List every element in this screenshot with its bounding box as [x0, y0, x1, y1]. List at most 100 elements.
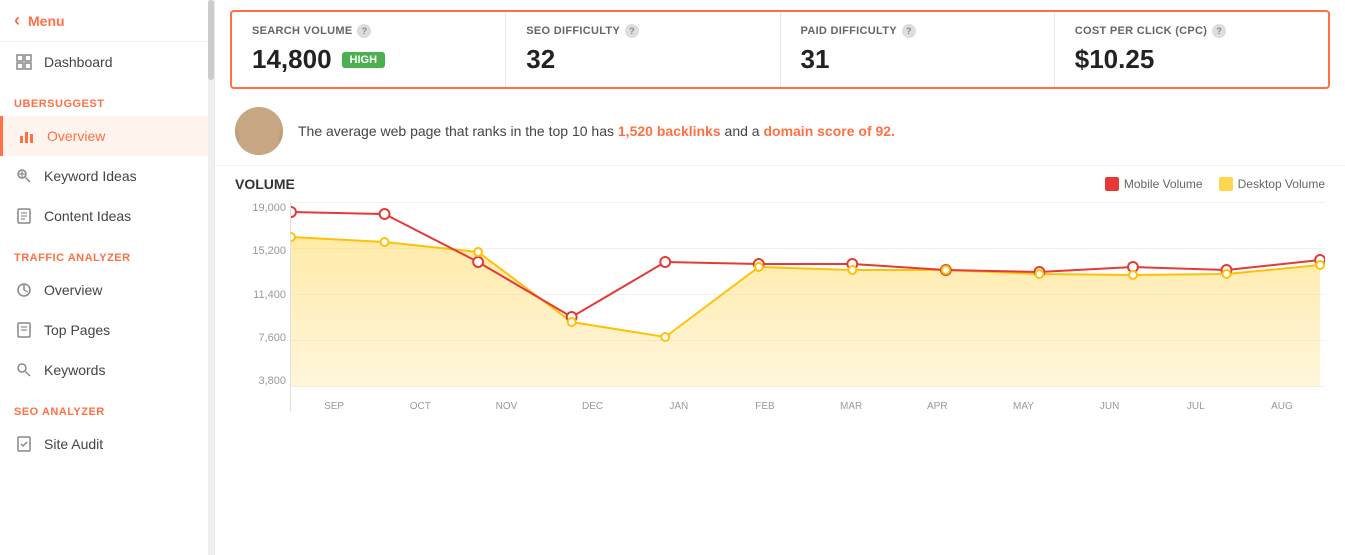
desktop-dot-0 [291, 233, 295, 241]
mobile-volume-legend: Mobile Volume [1105, 177, 1203, 191]
stat-seo-difficulty: SEO DIFFICULTY ? 32 [506, 12, 780, 87]
chart-section: VOLUME Mobile Volume Desktop Volume 19,0… [215, 166, 1345, 555]
back-arrow-icon: ‹ [14, 10, 20, 31]
sidebar-item-traffic-overview[interactable]: Overview [0, 270, 214, 310]
main-content: SEARCH VOLUME ? 14,800 HIGH SEO DIFFICUL… [215, 0, 1345, 555]
mobile-dot-4 [660, 257, 670, 267]
sidebar-item-dashboard-label: Dashboard [44, 54, 113, 70]
y-label-15200: 15,200 [252, 245, 286, 257]
high-badge: HIGH [342, 52, 386, 68]
x-label-oct: OCT [377, 401, 463, 412]
stat-paid-difficulty: PAID DIFFICULTY ? 31 [781, 12, 1055, 87]
info-text: The average web page that ranks in the t… [298, 121, 895, 142]
stats-bar: SEARCH VOLUME ? 14,800 HIGH SEO DIFFICUL… [230, 10, 1330, 89]
sidebar-item-traffic-overview-label: Overview [44, 282, 102, 298]
sidebar-item-keywords-label: Keywords [44, 362, 105, 378]
backlinks-highlight: 1,520 backlinks [618, 123, 721, 139]
y-label-7600: 7,600 [258, 332, 286, 344]
stat-seo-difficulty-value: 32 [526, 44, 759, 75]
stat-cpc-value: $10.25 [1075, 44, 1308, 75]
info-text-before: The average web page that ranks in the t… [298, 123, 618, 139]
stat-paid-difficulty-value: 31 [801, 44, 1034, 75]
desktop-dot-2 [474, 248, 482, 256]
x-axis-labels: SEP OCT NOV DEC JAN FEB MAR APR MAY JUN … [291, 401, 1325, 412]
chart-title: VOLUME [235, 176, 295, 192]
seo-analyzer-section-label: SEO ANALYZER [0, 390, 214, 424]
content-icon [14, 206, 34, 226]
sidebar-item-keyword-ideas-label: Keyword Ideas [44, 168, 137, 184]
sidebar-item-top-pages-label: Top Pages [44, 322, 110, 338]
y-label-3800: 3,800 [258, 375, 286, 387]
sidebar-item-keywords[interactable]: Keywords [0, 350, 214, 390]
y-label-19000: 19,000 [252, 202, 286, 214]
sidebar-item-overview[interactable]: Overview [0, 116, 214, 156]
info-text-middle: and a [721, 123, 764, 139]
sidebar: ‹ Menu Dashboard UBERSUGGEST Overview [0, 0, 215, 555]
sidebar-item-keyword-ideas[interactable]: Keyword Ideas [0, 156, 214, 196]
stat-seo-difficulty-label: SEO DIFFICULTY ? [526, 24, 759, 38]
chart-header: VOLUME Mobile Volume Desktop Volume [235, 176, 1325, 192]
keywords-icon [14, 360, 34, 380]
chart-svg [291, 202, 1325, 387]
sidebar-item-overview-label: Overview [47, 128, 105, 144]
x-label-jan: JAN [636, 401, 722, 412]
mobile-volume-color [1105, 177, 1119, 191]
info-banner: The average web page that ranks in the t… [215, 97, 1345, 166]
desktop-volume-legend: Desktop Volume [1219, 177, 1325, 191]
chart-legend: Mobile Volume Desktop Volume [1105, 177, 1325, 191]
desktop-dot-3 [568, 318, 576, 326]
stat-cpc: COST PER CLICK (CPC) ? $10.25 [1055, 12, 1328, 87]
stat-search-volume-label: SEARCH VOLUME ? [252, 24, 485, 38]
x-label-jul: JUL [1153, 401, 1239, 412]
mobile-volume-label: Mobile Volume [1124, 177, 1203, 191]
sidebar-item-site-audit[interactable]: Site Audit [0, 424, 214, 464]
desktop-dot-5 [755, 263, 763, 271]
stat-paid-difficulty-label: PAID DIFFICULTY ? [801, 24, 1034, 38]
desktop-dot-1 [381, 238, 389, 246]
menu-label: Menu [28, 13, 65, 29]
x-label-aug: AUG [1239, 401, 1325, 412]
domain-score-highlight: domain score of 92. [763, 123, 894, 139]
traffic-analyzer-section-label: TRAFFIC ANALYZER [0, 236, 214, 270]
desktop-dot-10 [1223, 270, 1231, 278]
search-volume-help-icon[interactable]: ? [357, 24, 371, 38]
menu-button[interactable]: ‹ Menu [0, 0, 214, 42]
site-audit-icon [14, 434, 34, 454]
desktop-dot-6 [848, 266, 856, 274]
ubersuggest-section-label: UBERSUGGEST [0, 82, 214, 116]
seo-difficulty-help-icon[interactable]: ? [625, 24, 639, 38]
desktop-volume-label: Desktop Volume [1238, 177, 1325, 191]
sidebar-item-top-pages[interactable]: Top Pages [0, 310, 214, 350]
stat-cpc-label: COST PER CLICK (CPC) ? [1075, 24, 1308, 38]
desktop-dot-11 [1316, 261, 1324, 269]
y-label-11400: 11,400 [253, 289, 286, 301]
stat-search-volume: SEARCH VOLUME ? 14,800 HIGH [232, 12, 506, 87]
desktop-dot-9 [1129, 271, 1137, 279]
x-label-dec: DEC [550, 401, 636, 412]
desktop-area [291, 237, 1320, 387]
x-label-mar: MAR [808, 401, 894, 412]
sidebar-item-content-ideas[interactable]: Content Ideas [0, 196, 214, 236]
desktop-dot-4 [661, 333, 669, 341]
paid-difficulty-help-icon[interactable]: ? [902, 24, 916, 38]
desktop-volume-color [1219, 177, 1233, 191]
desktop-dot-8 [1035, 270, 1043, 278]
grid-icon [14, 52, 34, 72]
mobile-dot-1 [380, 209, 390, 219]
avatar [235, 107, 283, 155]
sidebar-item-site-audit-label: Site Audit [44, 436, 103, 452]
x-label-may: MAY [980, 401, 1066, 412]
x-label-nov: NOV [463, 401, 549, 412]
traffic-overview-icon [14, 280, 34, 300]
cpc-help-icon[interactable]: ? [1212, 24, 1226, 38]
stat-search-volume-value: 14,800 HIGH [252, 44, 485, 75]
x-label-jun: JUN [1067, 401, 1153, 412]
chart-bar-icon [17, 126, 37, 146]
sidebar-item-content-ideas-label: Content Ideas [44, 208, 131, 224]
sidebar-item-dashboard[interactable]: Dashboard [0, 42, 214, 82]
top-pages-icon [14, 320, 34, 340]
mobile-dot-2 [473, 257, 483, 267]
mobile-dot-0 [291, 207, 296, 217]
desktop-dot-7 [942, 266, 950, 274]
keyword-icon [14, 166, 34, 186]
